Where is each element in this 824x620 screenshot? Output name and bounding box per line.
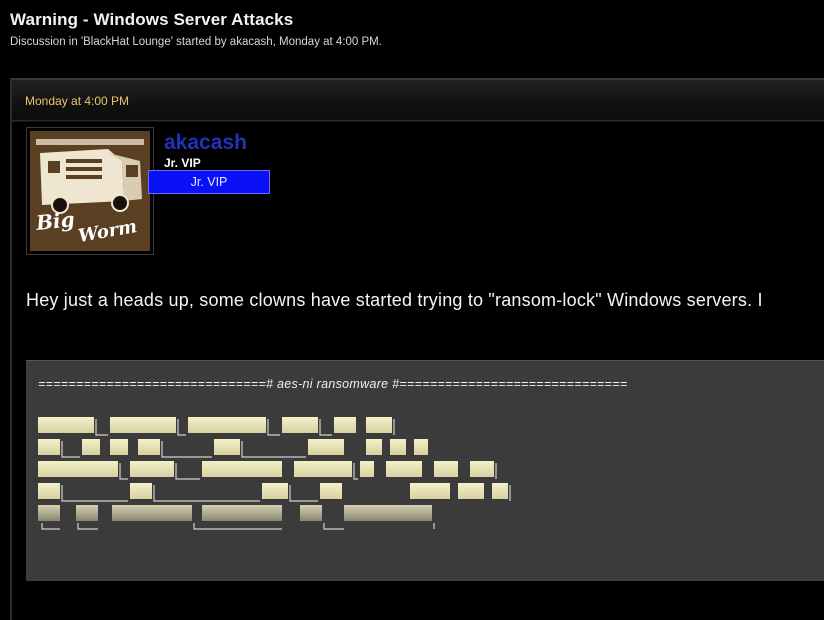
post-body: Big Worm akacash Jr. VIP Jr. VIP Hey jus…: [12, 122, 824, 620]
avatar-text-top: Big: [34, 207, 76, 235]
thread-header: Warning - Windows Server Attacks Discuss…: [10, 10, 824, 48]
post-date-bar: Monday at 4:00 PM: [12, 80, 824, 121]
post-date[interactable]: Monday at 4:00 PM: [25, 94, 129, 108]
code-block: ==============================# aes-ni r…: [26, 360, 824, 581]
avatar[interactable]: Big Worm: [26, 127, 154, 255]
ascii-blocks-icon: [38, 417, 511, 530]
username-link[interactable]: akacash: [164, 131, 247, 155]
thread-meta: Discussion in 'BlackHat Lounge' started …: [10, 36, 382, 48]
post: Monday at 4:00 PM Big Worm akacash Jr. V…: [10, 78, 824, 620]
thread-title: Warning - Windows Server Attacks: [10, 10, 294, 29]
code-banner: ==============================# aes-ni r…: [38, 377, 628, 391]
user-title: Jr. VIP: [164, 156, 201, 170]
rank-badge: Jr. VIP: [148, 170, 270, 194]
avatar-image: Big Worm: [30, 131, 150, 251]
post-message: Hey just a heads up, some clowns have st…: [26, 290, 763, 310]
ascii-banner-art: [38, 415, 518, 550]
